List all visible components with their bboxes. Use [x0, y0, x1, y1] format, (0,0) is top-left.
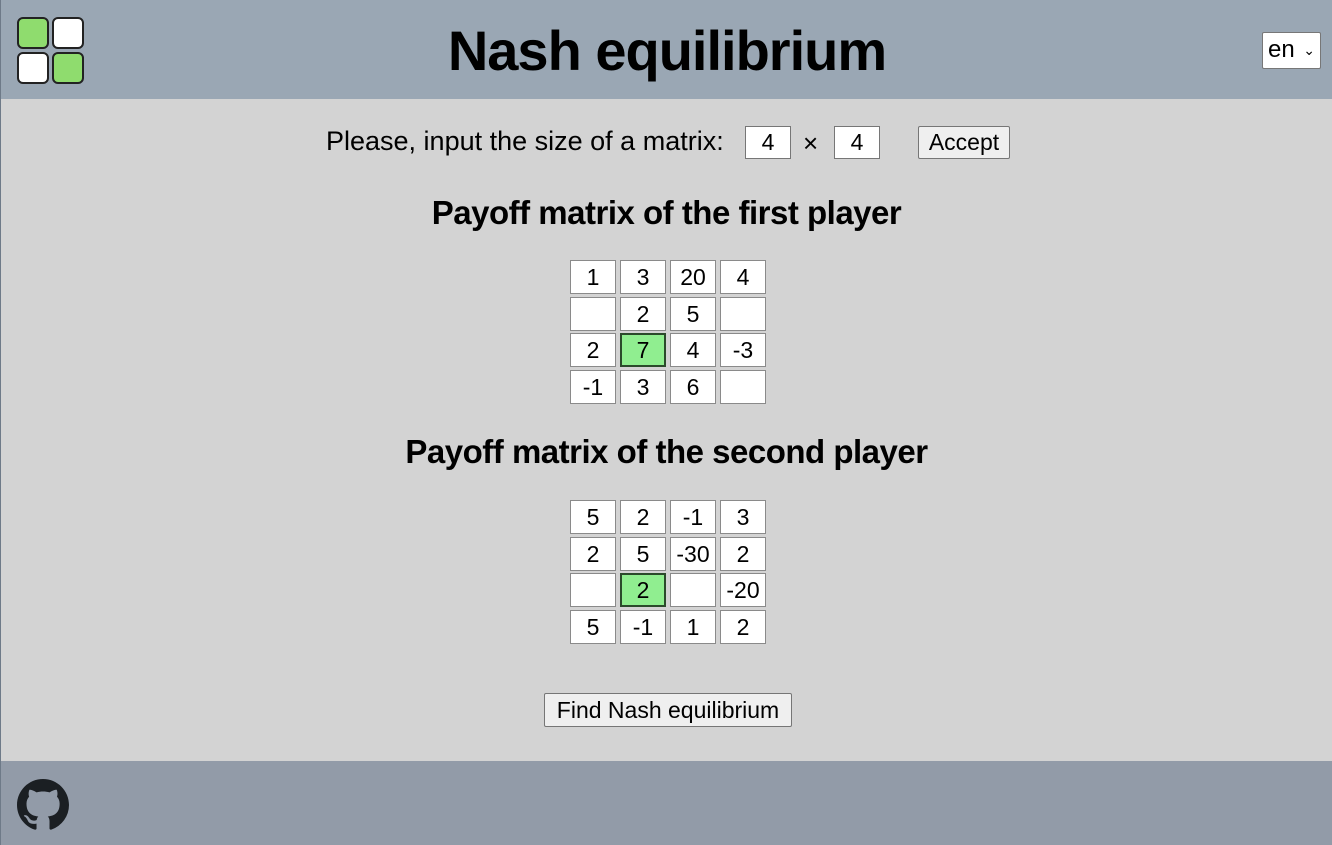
- matrix2-title: Payoff matrix of the second player: [405, 433, 928, 470]
- matrix-cell[interactable]: -1: [570, 369, 616, 404]
- matrix-cell[interactable]: 5: [570, 500, 616, 534]
- matrix-cell[interactable]: 2: [570, 333, 616, 367]
- footer: [1, 761, 1332, 845]
- matrix-cell[interactable]: 6: [670, 369, 716, 404]
- matrix-cell[interactable]: -1: [620, 609, 666, 644]
- matrix-cell[interactable]: -30: [670, 536, 716, 571]
- language-select[interactable]: en ⌄: [1262, 32, 1321, 69]
- accept-button[interactable]: Accept: [918, 126, 1010, 159]
- find-nash-button[interactable]: Find Nash equilibrium: [544, 693, 792, 727]
- matrix-cell[interactable]: 2: [620, 573, 666, 607]
- page-title: Nash equilibrium: [447, 19, 887, 82]
- payoff-matrix-first: 1 3 20 4 2 5 2 7 4 -3 -1 3 6: [570, 260, 766, 406]
- page: Nash equilibrium en ⌄ Please, input the …: [0, 0, 1332, 845]
- size-label: Please, input the size of a matrix:: [326, 126, 724, 156]
- matrix-cell[interactable]: -20: [720, 573, 766, 607]
- matrix-cell[interactable]: 2: [570, 536, 616, 571]
- cols-input[interactable]: 4: [834, 126, 880, 159]
- matrix-cell[interactable]: -1: [670, 500, 716, 534]
- matrix-cell[interactable]: [670, 573, 716, 607]
- matrix-cell[interactable]: 7: [620, 333, 666, 367]
- chevron-down-icon: ⌄: [1303, 42, 1315, 58]
- matrix-cell[interactable]: [570, 296, 616, 331]
- matrix-cell[interactable]: 3: [620, 369, 666, 404]
- matrix-cell[interactable]: 4: [720, 260, 766, 294]
- matrix-cell[interactable]: 2: [720, 609, 766, 644]
- matrix-cell[interactable]: 3: [620, 260, 666, 294]
- matrix-cell[interactable]: 2: [720, 536, 766, 571]
- header: Nash equilibrium en ⌄: [1, 0, 1332, 99]
- matrix-cell[interactable]: 5: [570, 609, 616, 644]
- matrix-cell[interactable]: [570, 573, 616, 607]
- payoff-matrix-second: 5 2 -1 3 2 5 -30 2 2 -20 5 -1 1 2: [570, 500, 766, 646]
- matrix-cell[interactable]: -3: [720, 333, 766, 367]
- rows-input[interactable]: 4: [745, 126, 791, 159]
- matrix1-title: Payoff matrix of the first player: [431, 194, 902, 231]
- matrix-cell[interactable]: [720, 296, 766, 331]
- matrix-cell[interactable]: 20: [670, 260, 716, 294]
- matrix-cell[interactable]: [720, 369, 766, 404]
- language-value: en: [1268, 36, 1295, 63]
- matrix-cell[interactable]: 3: [720, 500, 766, 534]
- github-icon[interactable]: [17, 779, 69, 831]
- times-sign: ×: [803, 128, 819, 158]
- matrix-cell[interactable]: 1: [570, 260, 616, 294]
- matrix-cell[interactable]: 5: [670, 296, 716, 331]
- matrix-cell[interactable]: 5: [620, 536, 666, 571]
- matrix-cell[interactable]: 1: [670, 609, 716, 644]
- matrix-cell[interactable]: 2: [620, 296, 666, 331]
- matrix-cell[interactable]: 4: [670, 333, 716, 367]
- size-form: Please, input the size of a matrix: 4 × …: [1, 124, 1332, 162]
- matrix-cell[interactable]: 2: [620, 500, 666, 534]
